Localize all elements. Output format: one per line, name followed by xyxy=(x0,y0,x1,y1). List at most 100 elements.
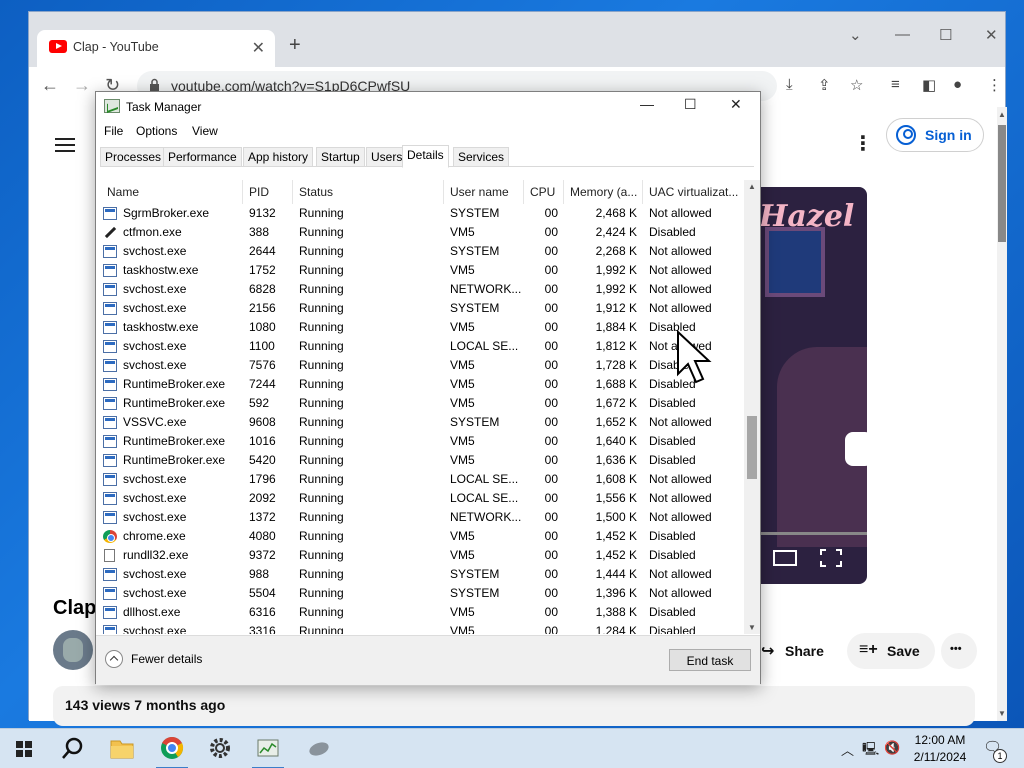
table-row[interactable]: svchost.exe 7576 Running VM5 00 1,728 K Disabl… xyxy=(97,356,743,375)
menu-view[interactable]: View xyxy=(192,124,218,138)
table-row[interactable]: svchost.exe 2644 Running SYSTEM 00 2,268 K Not… xyxy=(97,242,743,261)
table-row[interactable]: RuntimeBroker.exe 592 Running VM5 00 1,672 K D… xyxy=(97,394,743,413)
col-user-name[interactable]: User name xyxy=(444,180,524,204)
page-scrollbar[interactable]: ▲ ▼ xyxy=(997,107,1007,721)
col-memory[interactable]: Memory (a... xyxy=(564,180,643,204)
scroll-up-icon[interactable]: ▲ xyxy=(998,110,1006,119)
table-row[interactable]: RuntimeBroker.exe 5420 Running VM5 00 1,636 K… xyxy=(97,451,743,470)
taskbar-clock[interactable]: 12:00 AM 2/11/2024 xyxy=(905,732,975,766)
sign-in-button[interactable]: Sign in xyxy=(886,118,984,152)
tab-search-icon[interactable]: ⌄ xyxy=(849,26,862,44)
tm-close-button[interactable]: ✕ xyxy=(730,96,742,113)
side-panel-icon[interactable]: ◧ xyxy=(922,76,936,94)
table-row[interactable]: RuntimeBroker.exe 7244 Running VM5 00 1,688 K… xyxy=(97,375,743,394)
browser-tab[interactable]: Clap - YouTube ✕ xyxy=(37,30,275,67)
description-box[interactable]: 143 views 7 months ago xyxy=(53,686,975,726)
tab-close-icon[interactable]: ✕ xyxy=(252,38,265,58)
collapse-chevron-icon[interactable] xyxy=(105,650,123,668)
browser-menu-icon[interactable]: ⋮ xyxy=(987,76,1002,94)
tab-details[interactable]: Details xyxy=(402,145,449,168)
new-tab-button[interactable]: + xyxy=(289,34,301,57)
col-cpu[interactable]: CPU xyxy=(524,180,564,204)
bookmark-star-icon[interactable]: ☆ xyxy=(850,76,863,94)
page-scroll-thumb[interactable] xyxy=(998,125,1006,242)
cell-user: SYSTEM xyxy=(450,415,500,429)
channel-avatar[interactable] xyxy=(53,630,93,670)
table-row[interactable]: dllhost.exe 6316 Running VM5 00 1,388 K Disabl… xyxy=(97,603,743,622)
fullscreen-icon[interactable] xyxy=(819,548,843,568)
cell-pid: 2644 xyxy=(249,244,276,258)
tab-app-history[interactable]: App history xyxy=(243,147,314,167)
col-pid[interactable]: PID xyxy=(243,180,293,204)
cell-mem: 2,268 K xyxy=(595,244,637,258)
table-row[interactable]: svchost.exe 1372 Running NETWORK... 00 1,500 … xyxy=(97,508,743,527)
tm-minimize-button[interactable]: — xyxy=(640,96,654,112)
tab-processes[interactable]: Processes xyxy=(100,147,167,167)
cell-pid: 1372 xyxy=(249,510,276,524)
scroll-up-icon[interactable]: ▲ xyxy=(748,182,756,191)
table-row[interactable]: chrome.exe 4080 Running VM5 00 1,452 K Disable… xyxy=(97,527,743,546)
table-row[interactable]: taskhostw.exe 1080 Running VM5 00 1,884 K Disa… xyxy=(97,318,743,337)
video-progress-bar[interactable] xyxy=(757,532,867,535)
table-row[interactable]: svchost.exe 1796 Running LOCAL SE... 00 1,608… xyxy=(97,470,743,489)
youtube-icon xyxy=(49,40,67,53)
end-task-button[interactable]: End task xyxy=(669,649,751,671)
show-hidden-icons-icon[interactable]: ︿ xyxy=(841,740,854,759)
table-row[interactable]: svchost.exe 2156 Running SYSTEM 00 1,912 K Not… xyxy=(97,299,743,318)
hamburger-menu-icon[interactable] xyxy=(55,138,75,152)
profile-icon[interactable]: ● xyxy=(953,76,962,93)
table-row[interactable]: rundll32.exe 9372 Running VM5 00 1,452 K Disab… xyxy=(97,546,743,565)
more-actions-button[interactable]: ••• xyxy=(941,633,977,669)
theater-mode-icon[interactable] xyxy=(773,548,797,568)
maximize-button[interactable]: ☐ xyxy=(939,26,952,44)
fewer-details-link[interactable]: Fewer details xyxy=(131,652,202,666)
start-button[interactable] xyxy=(0,729,48,768)
details-scroll-thumb[interactable] xyxy=(747,416,757,479)
table-row[interactable]: svchost.exe 988 Running SYSTEM 00 1,444 K Not … xyxy=(97,565,743,584)
table-row[interactable]: ctfmon.exe 388 Running VM5 00 2,424 K Disabled xyxy=(97,223,743,242)
table-row[interactable]: SgrmBroker.exe 9132 Running SYSTEM 00 2,468 K… xyxy=(97,204,743,223)
lock-icon xyxy=(150,78,159,91)
tab-services[interactable]: Services xyxy=(453,147,510,167)
file-explorer-button[interactable] xyxy=(98,729,146,768)
table-row[interactable]: VSSVC.exe 9608 Running SYSTEM 00 1,652 K Not a… xyxy=(97,413,743,432)
chrome-taskbar-button[interactable] xyxy=(148,729,196,768)
tm-maximize-button[interactable]: ☐ xyxy=(684,96,697,113)
back-arrow-icon[interactable]: ← xyxy=(41,75,59,96)
close-button[interactable]: ✕ xyxy=(985,26,998,44)
install-icon[interactable]: ⤓ xyxy=(786,76,793,93)
cell-mem: 1,388 K xyxy=(595,605,637,619)
col-uac[interactable]: UAC virtualizat... xyxy=(643,180,743,204)
table-row[interactable]: RuntimeBroker.exe 1016 Running VM5 00 1,640 K… xyxy=(97,432,743,451)
search-button[interactable] xyxy=(48,729,96,768)
network-icon[interactable]: 🖳 xyxy=(862,740,879,762)
forward-arrow-icon[interactable]: → xyxy=(73,75,91,96)
table-row[interactable]: svchost.exe 6828 Running NETWORK... 00 1,992 … xyxy=(97,280,743,299)
table-row[interactable]: svchost.exe 3316 Running VM5 00 1,284 K Disabl… xyxy=(97,622,743,634)
scroll-down-icon[interactable]: ▼ xyxy=(998,709,1006,718)
settings-taskbar-button[interactable] xyxy=(196,729,244,768)
menu-options[interactable]: Options xyxy=(136,124,177,138)
col-name[interactable]: Name xyxy=(101,180,243,204)
table-row[interactable]: svchost.exe 5504 Running SYSTEM 00 1,396 K Not… xyxy=(97,584,743,603)
video-player[interactable]: Hazel xyxy=(757,187,867,584)
settings-kebab-icon[interactable]: ⋮ xyxy=(853,131,873,156)
media-control-icon[interactable]: ≡ xyxy=(891,76,900,93)
save-button[interactable]: ≡+ Save xyxy=(847,633,935,669)
col-status[interactable]: Status xyxy=(293,180,444,204)
details-scrollbar[interactable]: ▲ ▼ xyxy=(744,180,760,634)
minimize-button[interactable]: — xyxy=(895,26,910,43)
share-icon[interactable]: ⇪ xyxy=(818,76,831,94)
volume-muted-icon[interactable]: 🔇 xyxy=(884,740,900,756)
scroll-down-icon[interactable]: ▼ xyxy=(748,623,756,632)
table-row[interactable]: taskhostw.exe 1752 Running VM5 00 1,992 K Not … xyxy=(97,261,743,280)
table-row[interactable]: svchost.exe 2092 Running LOCAL SE... 00 1,556… xyxy=(97,489,743,508)
task-manager-taskbar-button[interactable] xyxy=(244,729,292,768)
more-label: ••• xyxy=(950,643,962,655)
tab-startup[interactable]: Startup xyxy=(316,147,365,167)
menu-file[interactable]: File xyxy=(104,124,123,138)
tab-performance[interactable]: Performance xyxy=(163,147,242,167)
table-row[interactable]: svchost.exe 1100 Running LOCAL SE... 00 1,812… xyxy=(97,337,743,356)
task-manager-titlebar[interactable]: Task Manager — ☐ ✕ xyxy=(96,92,760,122)
mouse-app-taskbar-button[interactable] xyxy=(294,729,342,768)
